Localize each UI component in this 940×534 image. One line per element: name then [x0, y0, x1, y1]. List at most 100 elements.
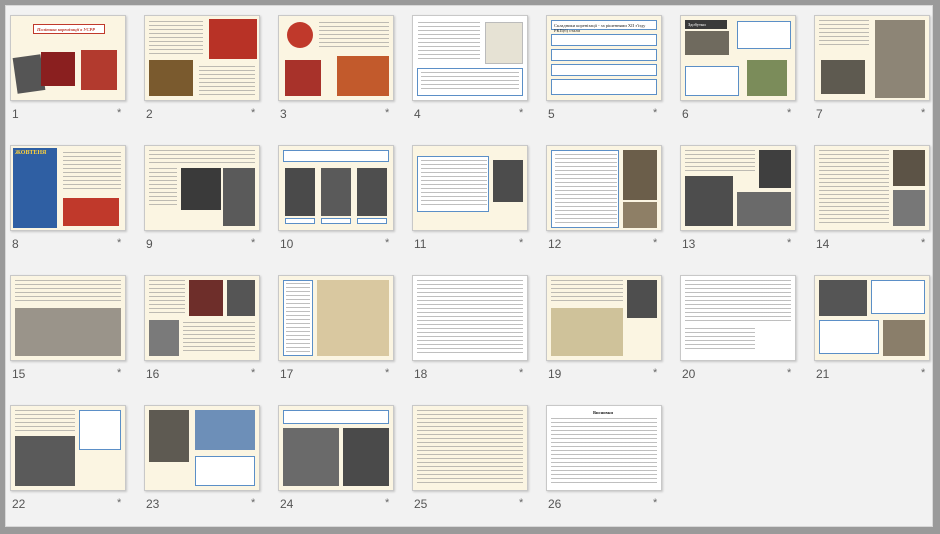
text-lines — [149, 150, 255, 164]
slide-thumbnail-24[interactable]: 24 * — [278, 405, 398, 515]
slide-thumbnail-23[interactable]: 23 * — [144, 405, 264, 515]
text-lines — [819, 150, 889, 226]
slide-thumbnail-6[interactable]: Здобутки 6 * — [680, 15, 800, 125]
slide-number: 15 — [12, 367, 26, 381]
slide-preview[interactable] — [546, 145, 662, 231]
slide-transition-icon: * — [921, 237, 926, 249]
slide-transition-icon: * — [921, 107, 926, 119]
slide-thumbnail-12[interactable]: 12 * — [546, 145, 666, 255]
slide-title: Висновки — [593, 410, 613, 415]
slide-thumbnail-18[interactable]: 18 * — [412, 275, 532, 385]
text-box — [79, 410, 121, 450]
text-box — [819, 320, 879, 354]
slide-thumbnail-4[interactable]: 4 * — [412, 15, 532, 125]
slide-preview[interactable] — [412, 405, 528, 491]
text-lines — [286, 283, 310, 353]
stamp-image — [189, 280, 223, 316]
slide-preview[interactable] — [144, 275, 260, 361]
slide-preview[interactable] — [814, 15, 930, 101]
slide-transition-icon: * — [251, 237, 256, 249]
slide-preview[interactable] — [412, 15, 528, 101]
slide-transition-icon: * — [519, 497, 524, 509]
slide-preview[interactable] — [278, 145, 394, 231]
text-lines — [319, 22, 389, 50]
slide-thumbnail-13[interactable]: 13 * — [680, 145, 800, 255]
slide-transition-icon: * — [385, 107, 390, 119]
poster-image — [41, 52, 75, 86]
slide-preview[interactable] — [278, 405, 394, 491]
slide-preview[interactable] — [814, 145, 930, 231]
slide-thumbnail-9[interactable]: 9 * — [144, 145, 264, 255]
slide-number: 9 — [146, 237, 153, 251]
slide-transition-icon: * — [519, 237, 524, 249]
slide-number: 5 — [548, 107, 555, 121]
slide-thumbnail-3[interactable]: 3 * — [278, 15, 398, 125]
cathedral-image — [195, 410, 255, 450]
portrait-image — [227, 280, 255, 316]
book-cover-image — [623, 150, 657, 200]
slide-thumbnail-20[interactable]: 20 * — [680, 275, 800, 385]
slide-preview[interactable] — [412, 275, 528, 361]
slide-preview[interactable] — [680, 275, 796, 361]
slide-preview[interactable]: Політика коренізації в УСРР — [10, 15, 126, 101]
portrait-image — [493, 160, 523, 202]
slide-thumbnail-22[interactable]: 22 * — [10, 405, 130, 515]
portrait-image — [759, 150, 791, 188]
slide-number: 4 — [414, 107, 421, 121]
slide-transition-icon: * — [787, 107, 792, 119]
slide-thumbnail-19[interactable]: 19 * — [546, 275, 666, 385]
text-lines — [685, 328, 755, 350]
slide-thumbnail-25[interactable]: 25 * — [412, 405, 532, 515]
slide-thumbnail-16[interactable]: 16 * — [144, 275, 264, 385]
slide-thumbnail-26[interactable]: Висновки 26 * — [546, 405, 666, 515]
slide-number: 24 — [280, 497, 294, 511]
text-box — [195, 456, 255, 486]
slide-thumbnail-8[interactable]: ЖОВТЕНЯ 8 * — [10, 145, 130, 255]
slide-thumbnail-1[interactable]: Політика коренізації в УСРР 1 * — [10, 15, 130, 125]
slide-preview[interactable] — [10, 405, 126, 491]
slide-thumbnail-21[interactable]: 21 * — [814, 275, 934, 385]
slide-thumbnail-17[interactable]: 17 * — [278, 275, 398, 385]
slide-thumbnail-2[interactable]: 2 * — [144, 15, 264, 125]
slide-transition-icon: * — [519, 367, 524, 379]
slide-number: 23 — [146, 497, 160, 511]
slide-preview[interactable] — [546, 275, 662, 361]
slide-transition-icon: * — [385, 497, 390, 509]
slide-thumbnail-5[interactable]: Складники коренізації - за рішеннями XII… — [546, 15, 666, 125]
slide-preview[interactable] — [680, 145, 796, 231]
slide-preview[interactable] — [278, 275, 394, 361]
slide-preview[interactable]: Висновки — [546, 405, 662, 491]
slide-preview[interactable]: Складники коренізації - за рішеннями XII… — [546, 15, 662, 101]
text-lines — [551, 280, 623, 304]
slide-preview[interactable] — [144, 405, 260, 491]
text-box — [685, 66, 739, 96]
slide-title-box: Політика коренізації в УСРР — [33, 24, 105, 34]
slide-preview[interactable] — [814, 275, 930, 361]
slide-preview[interactable] — [144, 15, 260, 101]
portrait-image — [149, 410, 189, 462]
slide-number: 17 — [280, 367, 294, 381]
slide-title: Політика коренізації в УСРР — [37, 27, 95, 32]
slide-number: 18 — [414, 367, 428, 381]
slide-preview[interactable] — [144, 145, 260, 231]
text-lines — [417, 410, 523, 486]
photo-image — [149, 60, 193, 96]
slide-preview[interactable]: ЖОВТЕНЯ — [10, 145, 126, 231]
slide-thumbnail-11[interactable]: 11 * — [412, 145, 532, 255]
slide-transition-icon: * — [117, 237, 122, 249]
text-box — [737, 21, 791, 49]
slide-thumbnail-14[interactable]: 14 * — [814, 145, 934, 255]
slide-preview[interactable] — [412, 145, 528, 231]
document-image — [485, 22, 523, 64]
slide-thumbnail-10[interactable]: 10 * — [278, 145, 398, 255]
slide-preview[interactable]: Здобутки — [680, 15, 796, 101]
slide-number: 16 — [146, 367, 160, 381]
slide-thumbnail-7[interactable]: 7 * — [814, 15, 934, 125]
slide-thumbnail-15[interactable]: 15 * — [10, 275, 130, 385]
caption-box — [285, 218, 315, 224]
text-lines — [421, 160, 487, 208]
slide-preview[interactable] — [10, 275, 126, 361]
slide-transition-icon: * — [653, 237, 658, 249]
slide-preview[interactable] — [278, 15, 394, 101]
cover-title: ЖОВТЕНЯ — [15, 150, 47, 156]
